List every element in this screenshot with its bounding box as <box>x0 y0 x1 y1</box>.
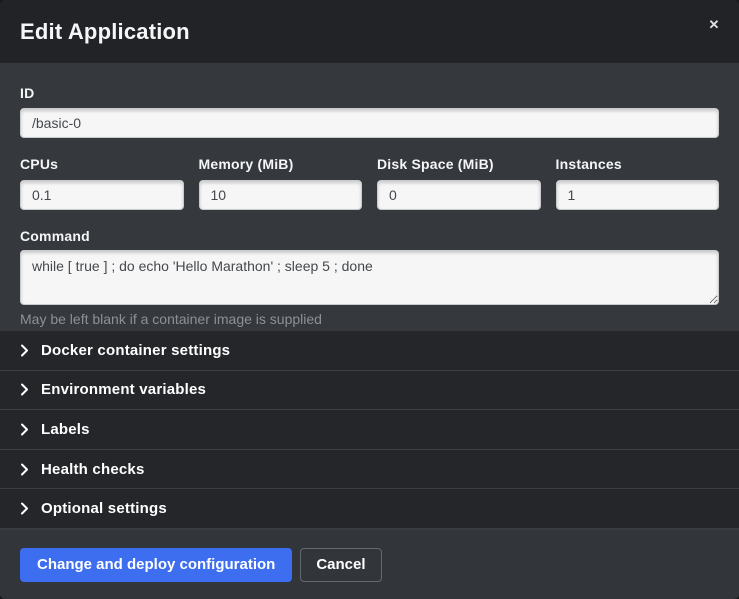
memory-input[interactable] <box>199 180 363 210</box>
command-textarea[interactable]: while [ true ] ; do echo 'Hello Marathon… <box>20 250 719 305</box>
id-field-group: ID <box>20 85 719 138</box>
section-health-checks[interactable]: Health checks <box>0 450 739 490</box>
disk-field-group: Disk Space (MiB) <box>377 156 541 210</box>
id-input[interactable] <box>20 108 719 138</box>
command-help-text: May be left blank if a container image i… <box>20 311 719 327</box>
chevron-right-icon <box>20 344 29 357</box>
section-labels[interactable]: Labels <box>0 410 739 450</box>
cpus-label: CPUs <box>20 156 184 172</box>
chevron-right-icon <box>20 502 29 515</box>
section-label: Docker container settings <box>41 342 230 359</box>
memory-label: Memory (MiB) <box>199 156 363 172</box>
section-environment-variables[interactable]: Environment variables <box>0 371 739 411</box>
command-label: Command <box>20 228 719 244</box>
instances-field-group: Instances <box>556 156 720 210</box>
cpus-input[interactable] <box>20 180 184 210</box>
memory-field-group: Memory (MiB) <box>199 156 363 210</box>
instances-input[interactable] <box>556 180 720 210</box>
chevron-right-icon <box>20 383 29 396</box>
modal-title: Edit Application <box>20 19 190 45</box>
close-icon[interactable]: ✕ <box>703 14 725 36</box>
section-docker-container-settings[interactable]: Docker container settings <box>0 331 739 371</box>
section-label: Environment variables <box>41 381 206 398</box>
change-and-deploy-button[interactable]: Change and deploy configuration <box>20 548 292 582</box>
disk-label: Disk Space (MiB) <box>377 156 541 172</box>
chevron-right-icon <box>20 463 29 476</box>
section-label: Optional settings <box>41 500 167 517</box>
resources-row: CPUs Memory (MiB) Disk Space (MiB) Insta… <box>20 156 719 210</box>
application-form: ID CPUs Memory (MiB) Disk Space (MiB) In… <box>0 63 739 331</box>
chevron-right-icon <box>20 423 29 436</box>
disk-input[interactable] <box>377 180 541 210</box>
section-label: Health checks <box>41 461 144 478</box>
accordion-sections: Docker container settings Environment va… <box>0 331 739 529</box>
instances-label: Instances <box>556 156 720 172</box>
cpus-field-group: CPUs <box>20 156 184 210</box>
section-optional-settings[interactable]: Optional settings <box>0 489 739 529</box>
section-label: Labels <box>41 421 90 438</box>
edit-application-modal: Edit Application ✕ ID CPUs Memory (MiB) … <box>0 0 739 599</box>
modal-header: Edit Application ✕ <box>0 0 739 63</box>
cancel-button[interactable]: Cancel <box>300 548 381 582</box>
id-label: ID <box>20 85 719 101</box>
modal-footer: Change and deploy configuration Cancel <box>0 529 739 599</box>
command-field-group: Command while [ true ] ; do echo 'Hello … <box>20 228 719 327</box>
